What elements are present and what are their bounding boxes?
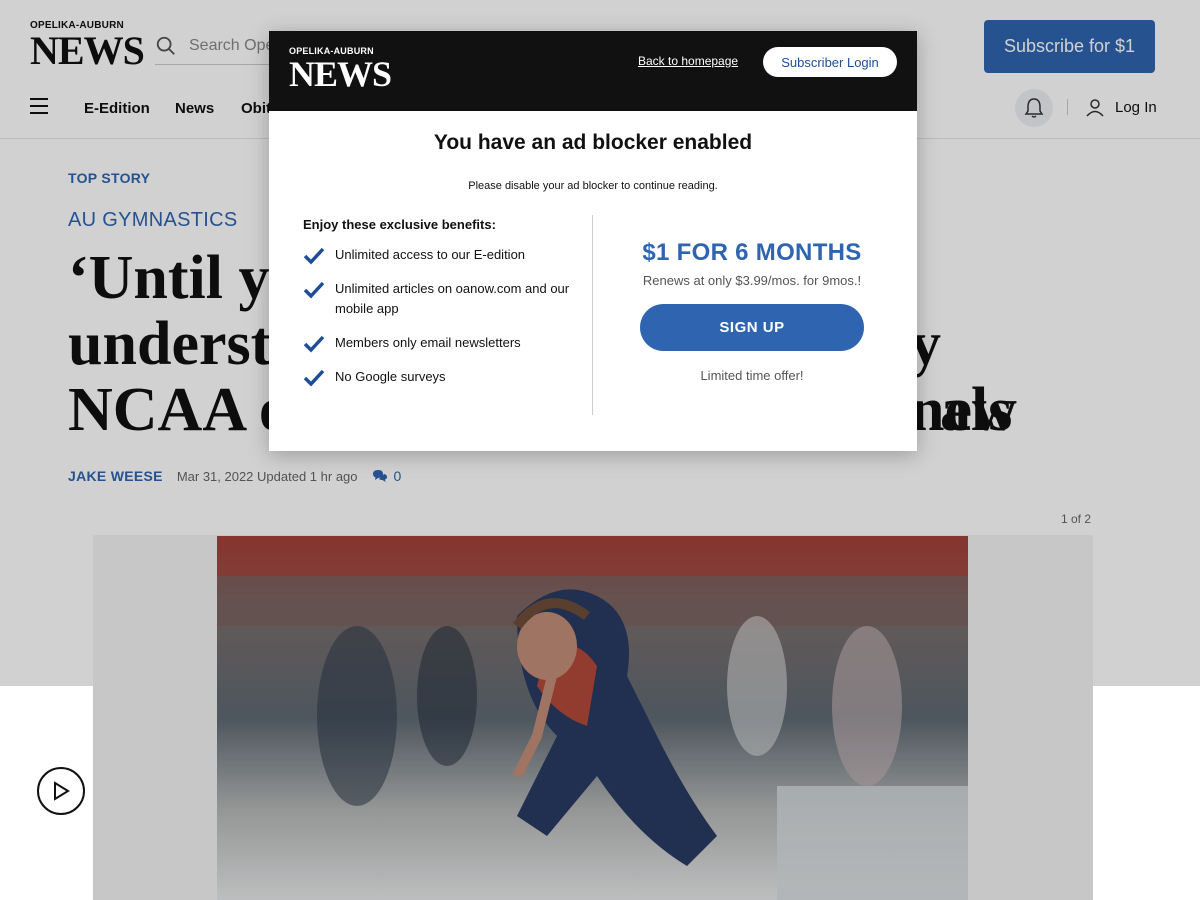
- modal-title: You have an ad blocker enabled: [433, 131, 753, 154]
- modal-logo-main-text: NEWS: [289, 54, 392, 94]
- video-play-button[interactable]: [37, 767, 85, 815]
- benefit-item: Unlimited articles on oanow.com and our …: [303, 281, 573, 319]
- checkmark-icon: [303, 369, 325, 387]
- checkmark-icon: [303, 281, 325, 299]
- back-to-homepage-link[interactable]: Back to homepage: [638, 54, 738, 68]
- benefit-text: No Google surveys: [335, 369, 446, 384]
- adblock-modal: OPELIKA-AUBURN NEWS Back to homepage Sub…: [269, 31, 917, 451]
- offer-renewal-terms: Renews at only $3.99/mos. for 9mos.!: [642, 273, 862, 288]
- subscriber-login-button[interactable]: Subscriber Login: [763, 47, 897, 77]
- modal-header: OPELIKA-AUBURN NEWS Back to homepage Sub…: [269, 31, 917, 111]
- benefit-text: Members only email newsletters: [335, 335, 521, 350]
- benefit-item: Members only email newsletters: [303, 335, 573, 353]
- limited-offer-note: Limited time offer!: [700, 368, 804, 383]
- modal-subtitle: Please disable your ad blocker to contin…: [468, 180, 718, 192]
- modal-backdrop-lower: [93, 686, 1093, 900]
- sign-up-button[interactable]: SIGN UP: [640, 304, 864, 351]
- benefit-text: Unlimited articles on oanow.com and our …: [335, 281, 570, 316]
- modal-divider: [592, 215, 593, 415]
- benefit-item: Unlimited access to our E-edition: [303, 247, 573, 265]
- offer-price: $1 FOR 6 MONTHS: [642, 239, 862, 266]
- benefit-item: No Google surveys: [303, 369, 573, 387]
- subscription-offer: $1 FOR 6 MONTHS Renews at only $3.99/mos…: [609, 239, 895, 383]
- benefits-list: Enjoy these exclusive benefits: Unlimite…: [303, 217, 573, 404]
- checkmark-icon: [303, 335, 325, 353]
- benefit-text: Unlimited access to our E-edition: [335, 247, 526, 262]
- modal-logo: OPELIKA-AUBURN NEWS: [289, 46, 392, 94]
- checkmark-icon: [303, 247, 325, 265]
- play-icon: [54, 781, 70, 801]
- benefits-title: Enjoy these exclusive benefits:: [303, 217, 496, 232]
